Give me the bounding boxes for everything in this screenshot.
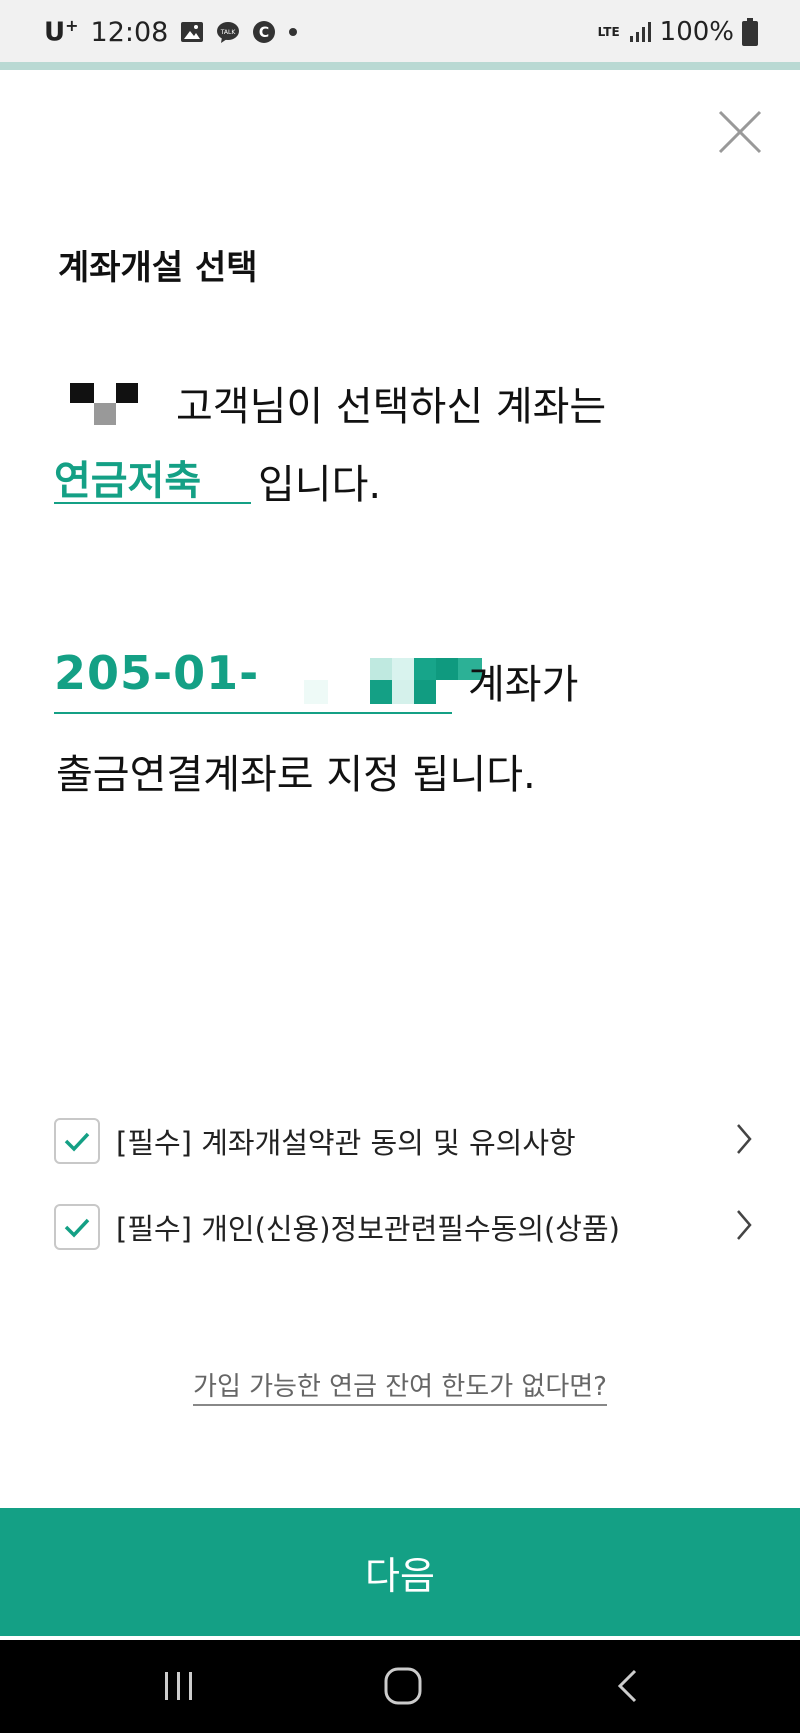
no-remaining-limit-link[interactable]: 가입 가능한 연금 잔여 한도가 없다면? xyxy=(193,1372,607,1406)
limit-link-container: 가입 가능한 연금 잔여 한도가 없다면? xyxy=(0,1366,800,1406)
home-icon xyxy=(384,1667,422,1705)
battery-label: 100% xyxy=(659,17,734,47)
kakaotalk-icon: TALK xyxy=(217,22,240,43)
withdrawal-account-text: 출금연결계좌로 지정 됩니다. xyxy=(56,752,536,798)
selected-account-text: 고객님이 선택하신 계좌는 xyxy=(176,384,607,430)
next-button[interactable]: 다음 xyxy=(0,1508,800,1636)
check-icon xyxy=(64,1218,90,1238)
check-icon xyxy=(64,1132,90,1152)
chevron-right-icon[interactable] xyxy=(734,1208,754,1242)
notification-dot-icon xyxy=(289,28,298,36)
recent-apps-icon xyxy=(165,1672,192,1700)
back-button[interactable] xyxy=(592,1660,662,1712)
product-name-underline: 연금저축 xyxy=(54,448,251,504)
status-left: U+ 12:08 TALK C xyxy=(44,14,298,50)
status-time: 12:08 xyxy=(90,16,169,48)
status-bar: U+ 12:08 TALK C LTE 100% xyxy=(0,0,800,62)
svg-text:TALK: TALK xyxy=(220,29,237,36)
home-button[interactable] xyxy=(368,1660,438,1712)
back-icon xyxy=(617,1669,637,1703)
agreement-row-2[interactable]: [필수] 개인(신용)정보관련필수동의(상품) xyxy=(54,1202,754,1252)
signal-icon xyxy=(629,22,651,42)
account-suffix: 계좌가 xyxy=(468,662,579,708)
c-app-icon: C xyxy=(253,21,276,43)
svg-text:C: C xyxy=(259,25,269,41)
system-nav-bar xyxy=(0,1640,800,1733)
agreement-row-1[interactable]: [필수] 계좌개설약관 동의 및 유의사항 xyxy=(54,1116,754,1166)
close-icon[interactable] xyxy=(716,108,764,156)
page-title: 계좌개설 선택 xyxy=(58,248,258,288)
product-name: 연금저축 xyxy=(54,458,202,504)
masked-customer-name xyxy=(70,383,140,429)
account-number: 205-01- xyxy=(54,646,260,700)
agreement-2-label[interactable]: [필수] 개인(신용)정보관련필수동의(상품) xyxy=(116,1206,620,1248)
gallery-icon xyxy=(181,22,204,42)
network-label: LTE xyxy=(597,25,620,39)
header-accent-line xyxy=(0,62,800,70)
agreement-2-checkbox[interactable] xyxy=(54,1204,100,1250)
chevron-right-icon[interactable] xyxy=(734,1122,754,1156)
agreement-1-label[interactable]: [필수] 계좌개설약관 동의 및 유의사항 xyxy=(116,1120,576,1162)
recent-apps-button[interactable] xyxy=(144,1660,214,1712)
product-suffix: 입니다. xyxy=(258,462,382,508)
carrier-label: U+ xyxy=(44,16,79,48)
agreement-1-checkbox[interactable] xyxy=(54,1118,100,1164)
status-right: LTE 100% xyxy=(598,14,758,50)
account-number-underline: 205-01- xyxy=(54,646,482,714)
battery-icon xyxy=(742,18,758,46)
masked-account-digits xyxy=(304,658,488,706)
